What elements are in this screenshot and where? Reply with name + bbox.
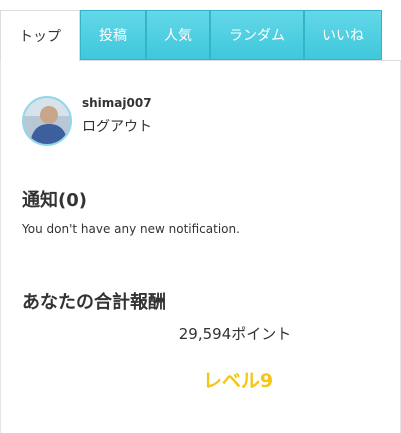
user-photo-icon (24, 98, 70, 144)
avatar[interactable] (22, 96, 72, 146)
tab-posts[interactable]: 投稿 (80, 10, 146, 60)
tab-top[interactable]: トップ (0, 10, 80, 61)
tab-popular[interactable]: 人気 (146, 10, 210, 60)
profile-block: shimaj007 ログアウト (22, 96, 152, 146)
total-reward-heading: あなたの合計報酬 (22, 292, 166, 313)
tab-bar: トップ 投稿 人気 ランダム いいね (0, 0, 401, 61)
logout-link[interactable]: ログアウト (82, 116, 152, 136)
total-points: 29,594ポイント (178, 325, 292, 343)
level-badge: レベル9 (202, 370, 274, 392)
tab-likes[interactable]: いいね (304, 10, 382, 60)
username: shimaj007 (82, 96, 152, 110)
notifications-heading: 通知(0) (22, 190, 87, 211)
notifications-message: You don't have any new notification. (22, 222, 240, 236)
tab-random[interactable]: ランダム (210, 10, 304, 60)
